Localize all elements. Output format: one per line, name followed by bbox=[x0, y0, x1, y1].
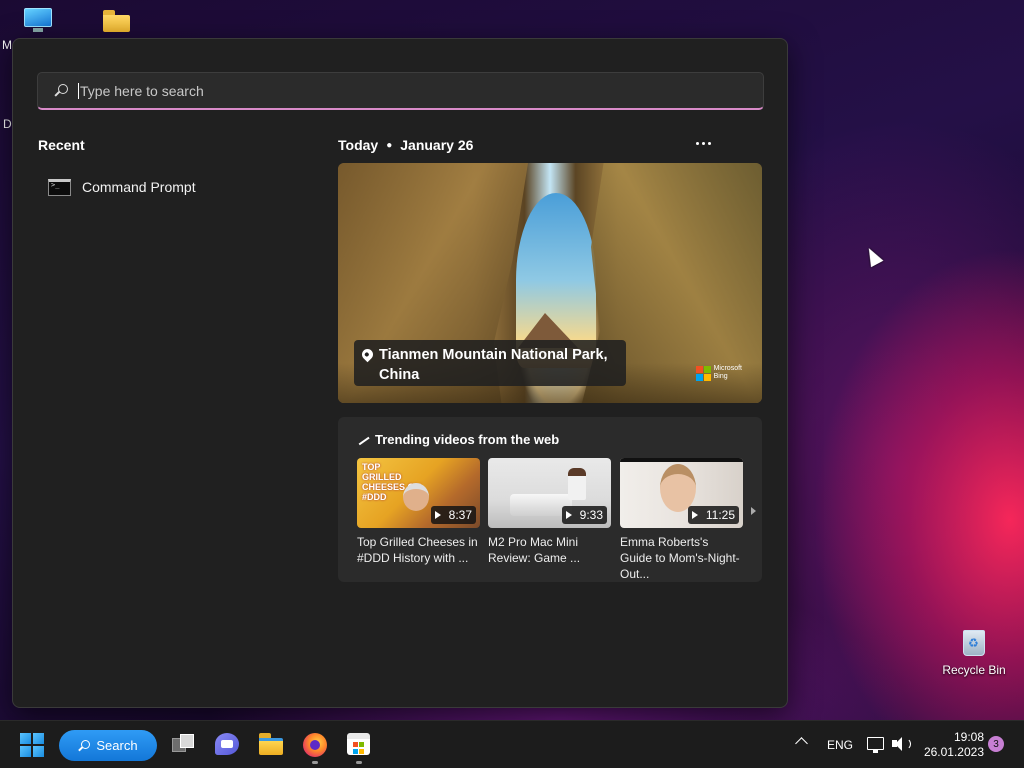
video-title[interactable]: Emma Roberts's Guide to Mom's-Night-Out.… bbox=[620, 534, 743, 582]
mouse-cursor-icon bbox=[862, 244, 884, 268]
video-thumbnail[interactable]: TOP GRILLED CHEESES ON #DDD 8:37 bbox=[357, 458, 480, 528]
video-duration-badge: 11:25 bbox=[687, 506, 739, 524]
recycle-bin-label: Recycle Bin bbox=[942, 663, 1006, 677]
taskbar-search-button[interactable]: Search bbox=[59, 730, 157, 761]
bing-logo-text: Microsoft bbox=[713, 365, 742, 372]
desktop-icon-label-partial: M bbox=[2, 38, 12, 52]
recycle-bin-icon bbox=[963, 630, 985, 656]
video-title[interactable]: M2 Pro Mac Mini Review: Game ... bbox=[488, 534, 611, 566]
recent-heading: Recent bbox=[38, 137, 85, 153]
separator-dot: ● bbox=[386, 139, 393, 151]
task-view-icon[interactable] bbox=[172, 733, 196, 757]
search-icon bbox=[78, 739, 91, 752]
video-item[interactable]: 9:33 M2 Pro Mac Mini Review: Game ... bbox=[488, 458, 611, 566]
recent-item-label: Command Prompt bbox=[82, 179, 196, 195]
highlight-image-card[interactable]: Tianmen Mountain National Park, China Mi… bbox=[338, 163, 762, 403]
search-icon bbox=[54, 83, 68, 98]
play-icon bbox=[565, 511, 572, 519]
video-thumbnail[interactable]: 11:25 bbox=[620, 458, 743, 528]
microsoft-store-icon[interactable] bbox=[347, 733, 371, 757]
play-icon bbox=[434, 511, 441, 519]
notification-count-badge[interactable]: 3 bbox=[988, 736, 1004, 752]
command-prompt-icon bbox=[48, 178, 71, 196]
more-options-button[interactable] bbox=[692, 133, 714, 153]
input-language-indicator[interactable]: ENG bbox=[827, 738, 853, 752]
taskbar: Search ENG 19:08 26.01.2023 3 bbox=[0, 720, 1024, 768]
location-pin-icon bbox=[359, 346, 376, 363]
start-button[interactable] bbox=[20, 733, 44, 757]
firefox-icon[interactable] bbox=[303, 733, 327, 757]
running-indicator bbox=[356, 761, 362, 764]
trending-videos-card: Trending videos from the web TOP GRILLED… bbox=[338, 417, 762, 582]
clock[interactable]: 19:08 26.01.2023 bbox=[920, 730, 984, 760]
file-explorer-icon[interactable] bbox=[259, 733, 283, 757]
search-box[interactable] bbox=[37, 72, 764, 110]
today-date: January 26 bbox=[400, 137, 474, 153]
today-label: Today bbox=[338, 137, 379, 153]
video-duration-badge: 9:33 bbox=[561, 506, 607, 524]
recycle-bin[interactable]: Recycle Bin bbox=[938, 630, 1010, 677]
trending-title[interactable]: Trending videos from the web bbox=[358, 432, 559, 447]
trending-title-text: Trending videos from the web bbox=[375, 432, 560, 447]
search-input[interactable] bbox=[78, 82, 678, 99]
video-item[interactable]: TOP GRILLED CHEESES ON #DDD 8:37 Top Gri… bbox=[357, 458, 480, 566]
location-caption[interactable]: Tianmen Mountain National Park, China bbox=[354, 340, 626, 386]
bing-logo-text: Bing bbox=[713, 373, 728, 380]
running-indicator bbox=[312, 761, 318, 764]
video-title[interactable]: Top Grilled Cheeses in #DDD History with… bbox=[357, 534, 480, 566]
video-duration-badge: 8:37 bbox=[430, 506, 476, 524]
microsoft-bing-logo: Microsoft Bing bbox=[695, 365, 742, 381]
today-header: Today ● January 26 bbox=[338, 137, 473, 153]
folder-desktop-icon[interactable] bbox=[103, 10, 130, 32]
clock-time: 19:08 bbox=[953, 730, 984, 744]
volume-icon[interactable] bbox=[892, 736, 912, 752]
trending-arrow-icon bbox=[358, 435, 370, 445]
search-panel: Recent Command Prompt Today ● January 26… bbox=[12, 38, 788, 708]
teams-chat-icon[interactable] bbox=[215, 733, 239, 757]
recent-item-command-prompt[interactable]: Command Prompt bbox=[38, 169, 303, 205]
taskbar-search-label: Search bbox=[96, 738, 138, 753]
video-thumbnail[interactable]: 9:33 bbox=[488, 458, 611, 528]
show-hidden-icons-chevron-up-icon[interactable] bbox=[795, 737, 808, 750]
play-icon bbox=[691, 511, 698, 519]
location-text: Tianmen Mountain National Park, China bbox=[379, 347, 608, 383]
network-icon[interactable] bbox=[867, 737, 884, 753]
desktop-icon-label-partial: D bbox=[3, 117, 12, 131]
this-pc-desktop-icon[interactable] bbox=[24, 8, 52, 32]
scroll-right-arrow-icon[interactable] bbox=[751, 507, 756, 515]
clock-date: 26.01.2023 bbox=[923, 745, 984, 759]
video-item[interactable]: 11:25 Emma Roberts's Guide to Mom's-Nigh… bbox=[620, 458, 743, 582]
